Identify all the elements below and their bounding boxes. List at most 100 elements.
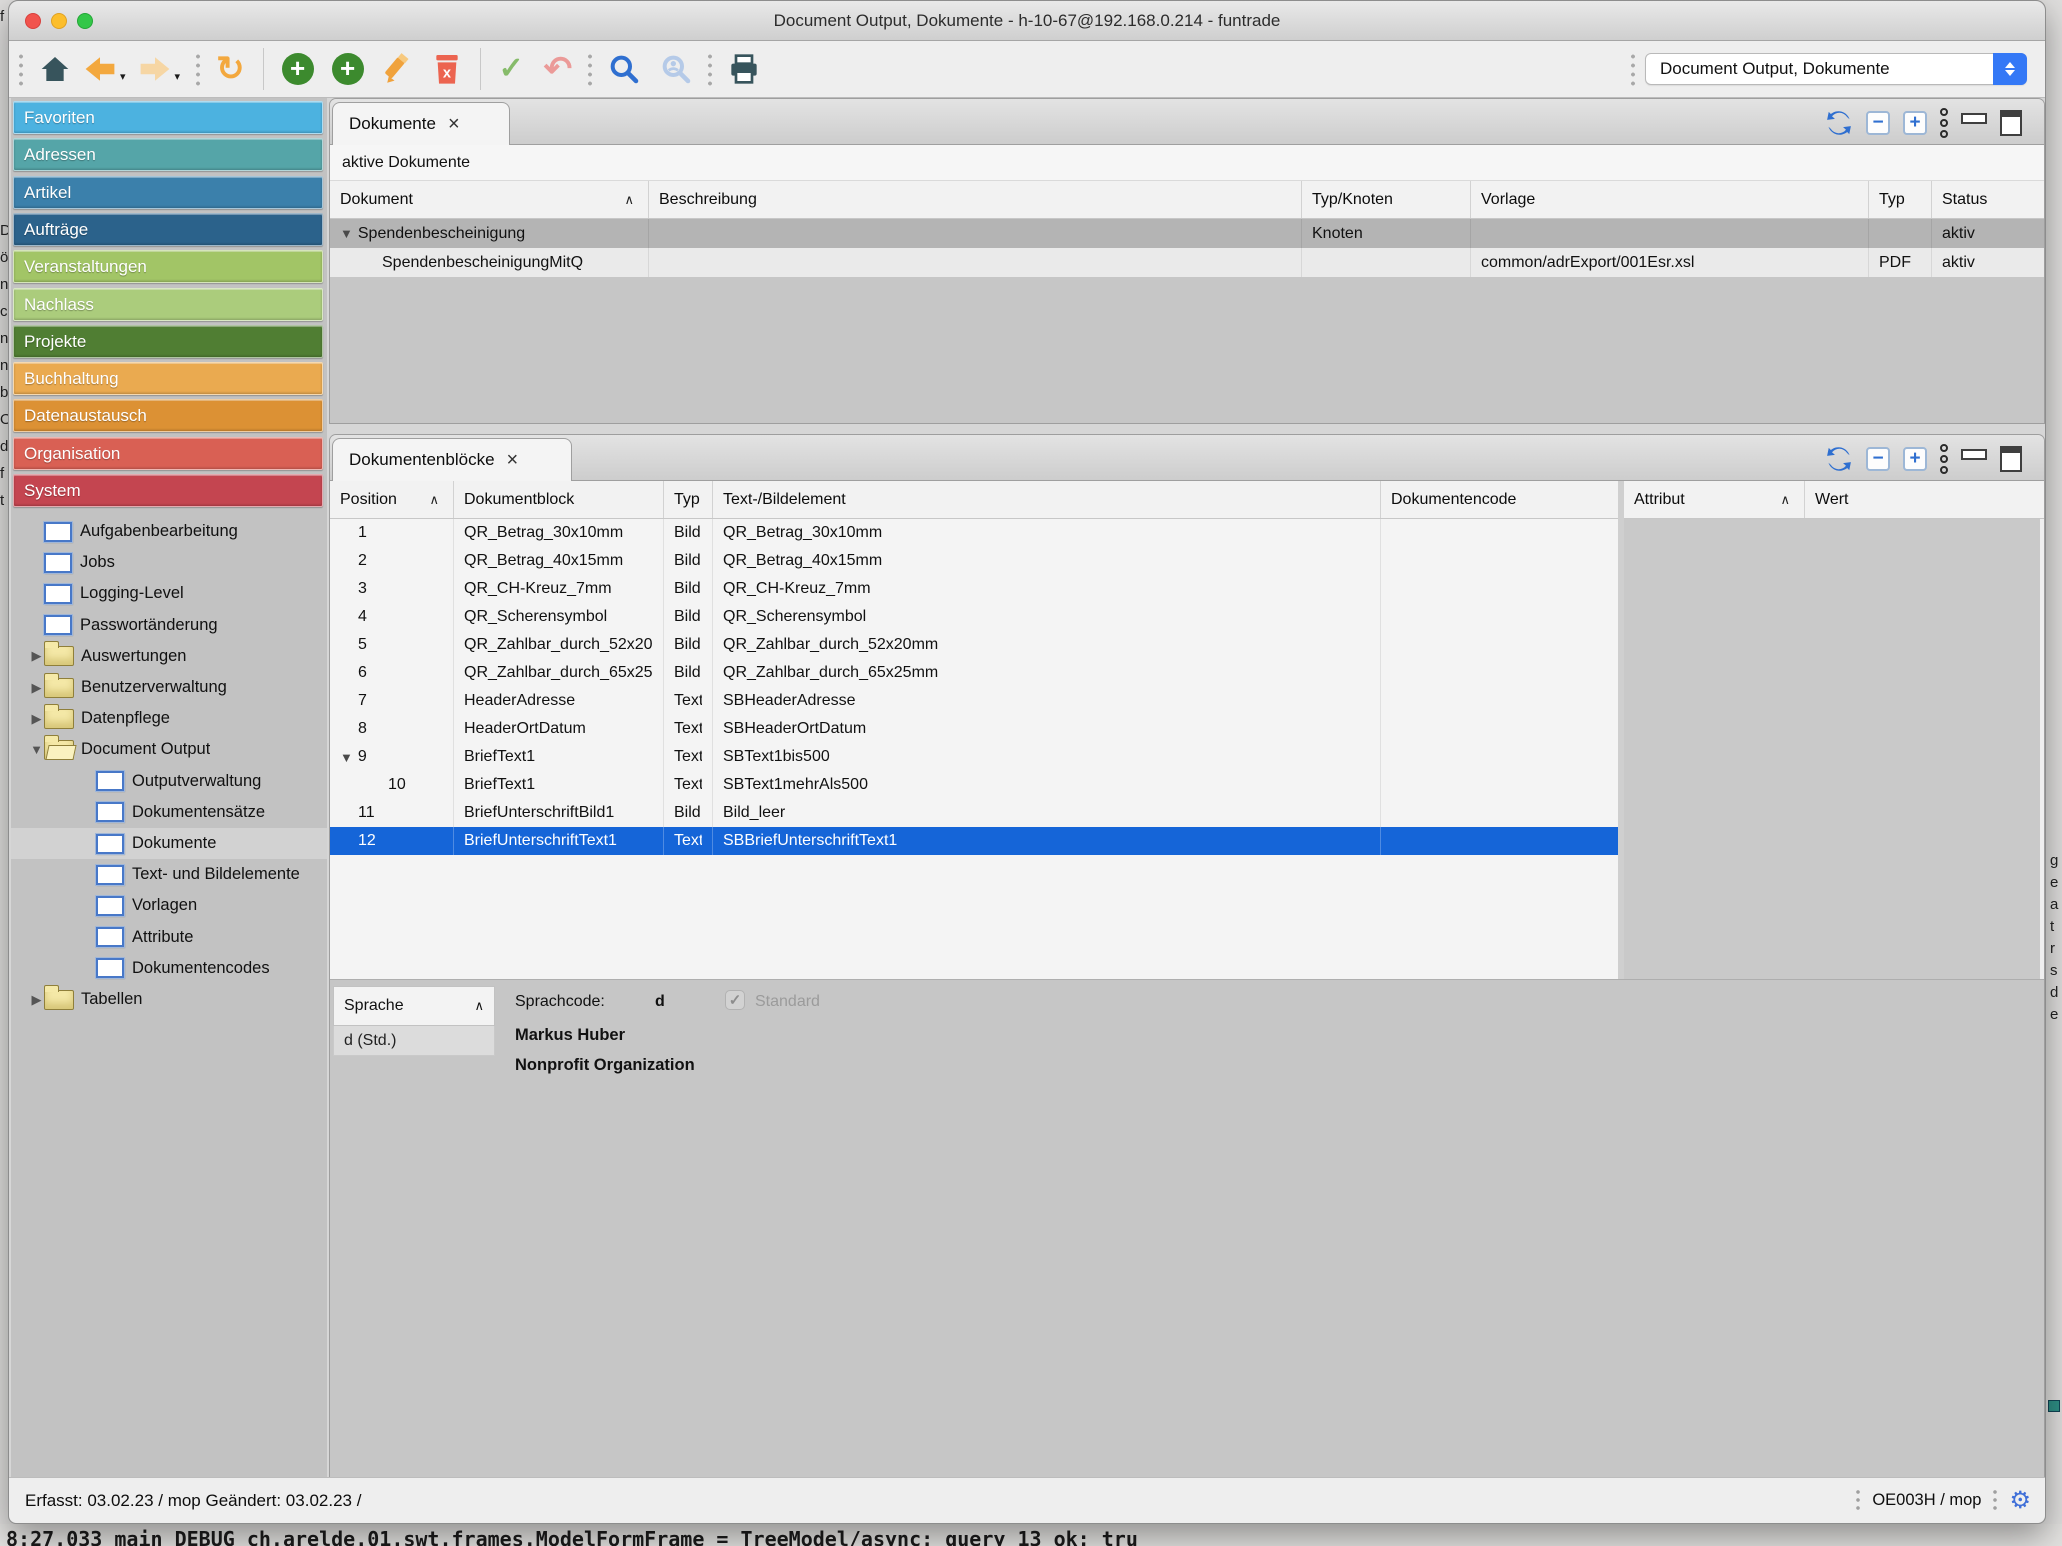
panel-maximize-icon[interactable] — [2000, 110, 2022, 136]
panel-maximize-icon[interactable] — [2000, 446, 2022, 472]
table-row[interactable]: 3QR_CH-Kreuz_7mmBildQR_CH-Kreuz_7mm — [330, 575, 1618, 603]
sidebar-item-dokumentencodes[interactable]: Dokumentencodes — [11, 953, 327, 984]
back-history-dropdown-icon[interactable]: ▾ — [120, 70, 126, 91]
search-button[interactable] — [602, 47, 646, 91]
table-row[interactable]: 8HeaderOrtDatumTextSBHeaderOrtDatum — [330, 715, 1618, 743]
panel-minimize-icon[interactable] — [1961, 449, 1987, 460]
sidebar-item-tabellen[interactable]: ▶Tabellen — [11, 984, 327, 1015]
search-user-button[interactable] — [654, 47, 698, 91]
expander-closed-icon[interactable]: ▶ — [29, 992, 44, 1008]
column-header-typ[interactable]: Typ — [1868, 181, 1931, 218]
column-header-dokumentblock[interactable]: Dokumentblock — [453, 481, 663, 518]
sidebar-item-aufgabenbearbeitung[interactable]: Aufgabenbearbeitung — [11, 516, 327, 547]
panel-refresh-icon[interactable] — [1825, 445, 1853, 473]
refresh-button[interactable]: ↻ — [210, 47, 251, 91]
sidebar-module-aufträge[interactable]: Aufträge — [13, 213, 323, 246]
sidebar-item-text-und-bildelemente[interactable]: Text- und Bildelemente — [11, 859, 327, 890]
column-header-vorlage[interactable]: Vorlage — [1470, 181, 1868, 218]
column-header-dokumentencode[interactable]: Dokumentencode — [1380, 481, 1618, 518]
column-header-text-bildelement[interactable]: Text-/Bildelement — [712, 481, 1380, 518]
sidebar-item-outputverwaltung[interactable]: Outputverwaltung — [11, 766, 327, 797]
column-header-status[interactable]: Status — [1931, 181, 2027, 218]
sidebar-item-attribute[interactable]: Attribute — [11, 922, 327, 953]
sidebar-item-document-output[interactable]: ▼Document Output — [11, 734, 327, 765]
back-button[interactable]: ▾ — [77, 47, 132, 91]
table-row[interactable]: 10BriefText1TextSBText1mehrAls500 — [330, 771, 1618, 799]
home-button[interactable] — [33, 47, 77, 91]
tab-dokumente[interactable]: Dokumente × — [332, 102, 510, 145]
toolbar-drag-handle[interactable] — [1629, 52, 1637, 86]
sidebar-module-adressen[interactable]: Adressen — [13, 138, 323, 171]
standard-checkbox[interactable]: ✓ — [725, 990, 745, 1010]
column-header-wert[interactable]: Wert — [1804, 481, 2045, 518]
column-header-typ[interactable]: Typ — [663, 481, 712, 518]
forward-history-dropdown-icon[interactable]: ▾ — [175, 70, 181, 91]
table-row[interactable]: SpendenbescheinigungMitQcommon/adrExport… — [330, 248, 2045, 277]
expand-all-icon[interactable]: + — [1903, 447, 1927, 471]
sidebar-item-benutzerverwaltung[interactable]: ▶Benutzerverwaltung — [11, 672, 327, 703]
column-header-position[interactable]: Position∧ — [330, 481, 453, 518]
sidebar-item-logging-level[interactable]: Logging-Level — [11, 578, 327, 609]
sidebar-module-datenaustausch[interactable]: Datenaustausch — [13, 399, 323, 432]
table-row[interactable]: 12BriefUnterschriftText1TextSBBriefUnter… — [330, 827, 1618, 855]
sidebar-module-veranstaltungen[interactable]: Veranstaltungen — [13, 250, 323, 283]
sidebar-item-jobs[interactable]: Jobs — [11, 547, 327, 578]
column-header-dokument[interactable]: Dokument∧ — [330, 181, 648, 218]
settings-gear-icon[interactable]: ⚙ — [2009, 1489, 2031, 1513]
confirm-button[interactable]: ✓ — [493, 47, 530, 91]
expander-closed-icon[interactable]: ▶ — [29, 648, 44, 664]
sidebar-module-artikel[interactable]: Artikel — [13, 176, 323, 209]
column-header-typ-knoten[interactable]: Typ/Knoten — [1301, 181, 1470, 218]
table-row[interactable]: 1QR_Betrag_30x10mmBildQR_Betrag_30x10mm — [330, 519, 1618, 547]
table-row[interactable]: ▼9BriefText1TextSBText1bis500 — [330, 743, 1618, 771]
expander-closed-icon[interactable]: ▶ — [29, 680, 44, 696]
table-row[interactable]: 11BriefUnterschriftBild1BildBild_leer — [330, 799, 1618, 827]
table-row[interactable]: 5QR_Zahlbar_durch_52x20mmBildQR_Zahlbar_… — [330, 631, 1618, 659]
panel-menu-icon[interactable] — [1940, 444, 1948, 474]
collapse-all-icon[interactable]: − — [1866, 111, 1890, 135]
table-row[interactable]: 7HeaderAdresseTextSBHeaderAdresse — [330, 687, 1618, 715]
collapse-all-icon[interactable]: − — [1866, 447, 1890, 471]
tab-close-icon[interactable]: × — [448, 114, 460, 134]
expander-open-icon[interactable]: ▼ — [340, 750, 353, 765]
sidebar-module-favoriten[interactable]: Favoriten — [13, 101, 323, 134]
table-row[interactable]: 4QR_ScherensymbolBildQR_Scherensymbol — [330, 603, 1618, 631]
sidebar-item-vorlagen[interactable]: Vorlagen — [11, 890, 327, 921]
expander-open-icon[interactable]: ▼ — [340, 226, 353, 241]
print-button[interactable] — [722, 47, 766, 91]
sidebar-item-dokumentensätze[interactable]: Dokumentensätze — [11, 797, 327, 828]
sidebar-module-system[interactable]: System — [13, 474, 323, 507]
forward-button[interactable]: ▾ — [132, 47, 187, 91]
add-button[interactable]: + — [276, 47, 320, 91]
table-row[interactable]: 6QR_Zahlbar_durch_65x25mmBildQR_Zahlbar_… — [330, 659, 1618, 687]
sidebar-item-datenpflege[interactable]: ▶Datenpflege — [11, 703, 327, 734]
expander-open-icon[interactable]: ▼ — [29, 742, 44, 757]
sidebar-module-nachlass[interactable]: Nachlass — [13, 288, 323, 321]
toolbar-drag-handle[interactable] — [17, 52, 25, 86]
panel-minimize-icon[interactable] — [1961, 113, 1987, 124]
add-copy-button[interactable]: + — [326, 47, 370, 91]
sprache-column-header[interactable]: Sprache ∧ — [333, 986, 495, 1026]
tab-dokumentenbloecke[interactable]: Dokumentenblöcke × — [332, 438, 572, 481]
edit-button[interactable] — [376, 47, 422, 91]
column-header-attribut[interactable]: Attribut∧ — [1624, 481, 1804, 518]
tab-close-icon[interactable]: × — [507, 450, 519, 470]
sidebar-module-buchhaltung[interactable]: Buchhaltung — [13, 362, 323, 395]
language-row[interactable]: d (Std.) — [333, 1026, 495, 1056]
sidebar-module-projekte[interactable]: Projekte — [13, 325, 323, 358]
sidebar-item-dokumente[interactable]: Dokumente — [11, 828, 327, 859]
panel-menu-icon[interactable] — [1940, 108, 1948, 138]
table-row[interactable]: ▼SpendenbescheinigungKnotenaktiv — [330, 219, 2045, 248]
table-row[interactable]: 2QR_Betrag_40x15mmBildQR_Betrag_40x15mm — [330, 547, 1618, 575]
delete-button[interactable]: x — [426, 47, 468, 91]
column-header-beschreibung[interactable]: Beschreibung — [648, 181, 1301, 218]
expand-all-icon[interactable]: + — [1903, 111, 1927, 135]
combo-chevrons-icon[interactable] — [1993, 53, 2027, 85]
workspace-selector[interactable]: Document Output, Dokumente — [1645, 53, 2027, 85]
titlebar[interactable]: Document Output, Dokumente - h-10-67@192… — [9, 1, 2045, 41]
expander-closed-icon[interactable]: ▶ — [29, 711, 44, 727]
sidebar-item-auswertungen[interactable]: ▶Auswertungen — [11, 641, 327, 672]
sidebar-module-organisation[interactable]: Organisation — [13, 437, 323, 470]
undo-button[interactable]: ↶ — [538, 47, 579, 91]
sidebar-item-passwortänderung[interactable]: Passwortänderung — [11, 610, 327, 641]
